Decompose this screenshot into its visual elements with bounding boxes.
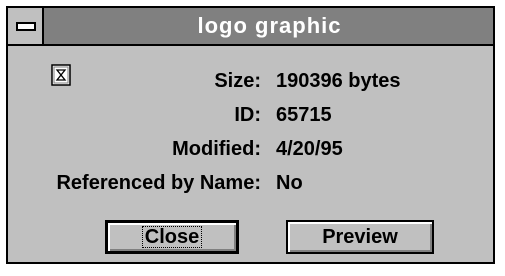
preview-button-label: Preview [322, 225, 398, 248]
size-value: 190396 bytes [276, 70, 401, 92]
modified-row: Modified: 4/20/95 [8, 136, 493, 162]
size-label: Size: [214, 70, 261, 92]
window-title: logo graphic [197, 13, 342, 38]
close-button-label: Close [141, 225, 203, 248]
close-button[interactable]: Close [105, 220, 239, 254]
id-row: ID: 65715 [8, 102, 493, 128]
id-label: ID: [234, 104, 261, 126]
referenced-label: Referenced by Name: [56, 172, 261, 194]
referenced-value: No [276, 172, 303, 194]
system-menu-icon [16, 22, 36, 31]
modified-value: 4/20/95 [276, 138, 343, 160]
referenced-row: Referenced by Name: No [8, 170, 493, 196]
modified-label: Modified: [172, 138, 261, 160]
properties-dialog: logo graphic Size: 190396 bytes ID: 6571… [6, 6, 495, 264]
title-bar: logo graphic [8, 8, 493, 46]
id-value: 65715 [276, 104, 332, 126]
preview-button[interactable]: Preview [286, 220, 434, 254]
system-menu-button[interactable] [8, 8, 44, 44]
size-row: Size: 190396 bytes [8, 68, 493, 94]
